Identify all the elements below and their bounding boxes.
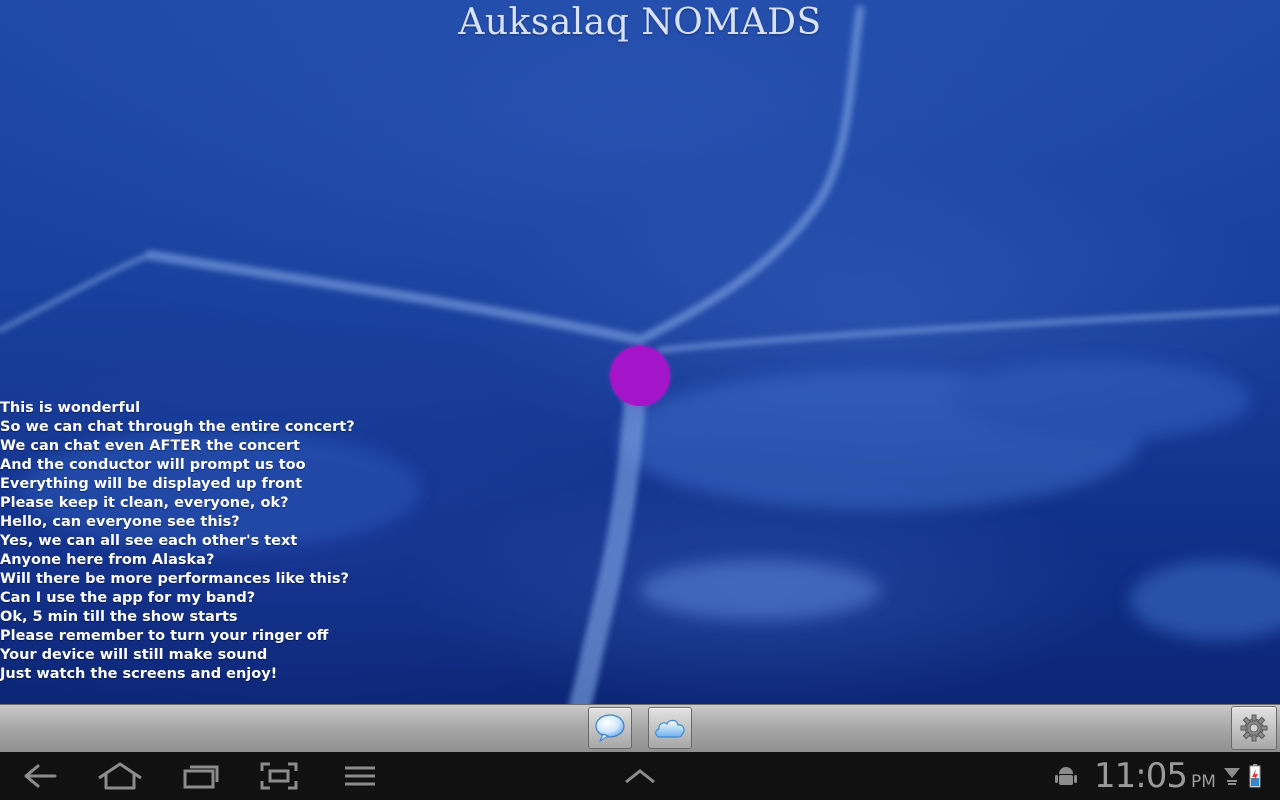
chat-message: We can chat even AFTER the concert [0, 438, 300, 454]
app-title: Auksalaq NOMADS [458, 2, 822, 43]
chevron-up-icon [625, 769, 655, 784]
home-icon [98, 762, 142, 790]
battery-icon [1247, 763, 1263, 789]
chat-message: And the conductor will prompt us too [0, 457, 306, 473]
expand-button[interactable] [612, 760, 668, 792]
home-button[interactable] [92, 760, 148, 792]
chat-message-list: This is wonderful So we can chat through… [0, 399, 420, 684]
clock-time: 11:05 [1094, 756, 1188, 796]
app-toolbar [0, 704, 1280, 753]
cloud-button[interactable] [648, 707, 692, 749]
chat-message: Will there be more performances like thi… [0, 571, 349, 587]
chat-message: This is wonderful [0, 400, 141, 416]
cloud-icon [655, 719, 685, 738]
chat-message: Can I use the app for my band? [0, 590, 256, 606]
recent-apps-icon [183, 765, 219, 789]
wifi-signal-icon [1222, 764, 1242, 788]
chat-message: Yes, we can all see each other's text [0, 533, 298, 549]
chat-message: Everything will be displayed up front [0, 476, 303, 492]
conductor-dot[interactable] [610, 346, 670, 406]
chat-message: Please keep it clean, everyone, ok? [0, 495, 289, 511]
chat-message: Ok, 5 min till the show starts [0, 609, 238, 625]
screenshot-icon [260, 762, 298, 790]
back-button[interactable] [12, 760, 68, 792]
clock-ampm: PM [1190, 772, 1216, 792]
system-nav-bar [0, 752, 1280, 800]
chat-message: Just watch the screens and enjoy! [0, 666, 278, 682]
android-debug-icon[interactable] [1054, 763, 1078, 789]
status-clock[interactable]: 11:05 PM [1094, 756, 1216, 796]
menu-button[interactable] [332, 760, 388, 792]
chat-button[interactable] [588, 707, 632, 749]
chat-message: Your device will still make sound [0, 647, 268, 663]
settings-button[interactable] [1231, 706, 1277, 750]
back-arrow-icon [24, 764, 57, 788]
gear-icon [1240, 714, 1268, 742]
chat-message: So we can chat through the entire concer… [0, 419, 355, 435]
chat-message: Anyone here from Alaska? [0, 552, 215, 568]
speech-bubble-icon [595, 714, 625, 743]
chat-message: Please remember to turn your ringer off [0, 628, 329, 644]
chat-message: Hello, can everyone see this? [0, 514, 240, 530]
screenshot-button[interactable] [251, 760, 307, 792]
menu-icon [345, 766, 375, 786]
recent-apps-button[interactable] [173, 760, 229, 792]
